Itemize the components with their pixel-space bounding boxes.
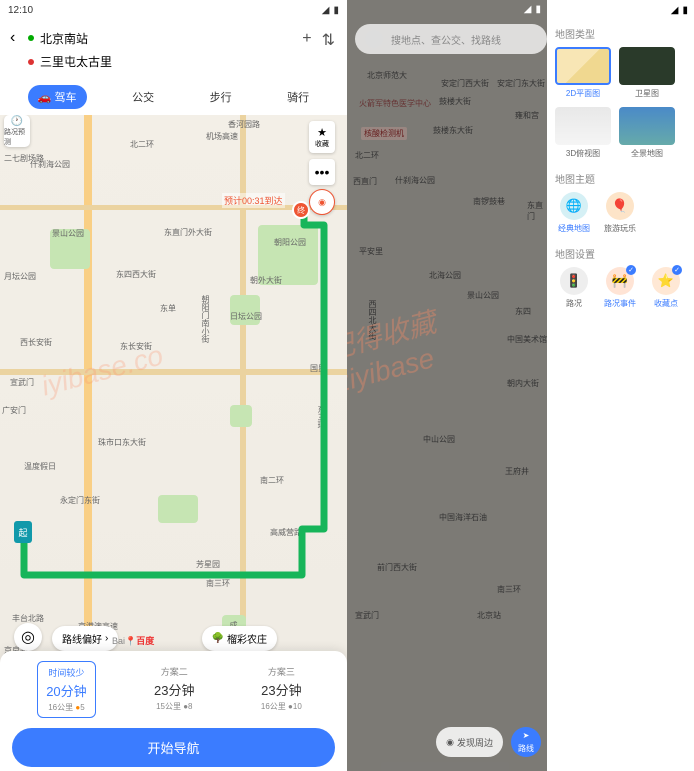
- mid-search-bar[interactable]: 搜地点、查公交、找路线: [355, 24, 547, 54]
- locate-button[interactable]: ◎: [14, 623, 42, 651]
- dim-overlay[interactable]: [347, 0, 547, 771]
- add-stop-icon[interactable]: +: [302, 30, 311, 50]
- origin-input[interactable]: 北京南站: [40, 30, 88, 47]
- battery-icon: ▮: [535, 4, 541, 15]
- start-navigation-button[interactable]: 开始导航: [12, 728, 335, 767]
- theme-classic[interactable]: 🌐 经典地图: [555, 192, 593, 234]
- map-canvas[interactable]: 二七剧场路 月坛公园 日坛公园 朝阳公园 东长安街 珠市口东大街 景山公园 广安…: [0, 115, 347, 665]
- tab-walk[interactable]: 步行: [200, 85, 242, 109]
- setting-events[interactable]: 🚧✓ 路况事件: [601, 267, 639, 309]
- battery-icon: ▮: [333, 5, 339, 16]
- traffic-icon: 🚦: [560, 267, 588, 295]
- route-fab-button[interactable]: ➤路线: [511, 727, 541, 757]
- signal-icon: ◢: [322, 5, 330, 16]
- discover-nearby-button[interactable]: ◉发现周边: [436, 727, 503, 757]
- cone-icon: 🚧✓: [606, 267, 634, 295]
- thumb-panorama-icon: [619, 107, 675, 145]
- favorite-button[interactable]: ★收藏: [309, 121, 335, 153]
- signal-icon: ◢: [671, 5, 679, 16]
- signal-icon: ◢: [524, 4, 532, 15]
- section-map-settings: 地图设置: [555, 246, 686, 261]
- more-button[interactable]: •••: [309, 159, 335, 185]
- end-pin-icon[interactable]: 终: [292, 201, 310, 219]
- compass-button[interactable]: ◉: [309, 189, 335, 215]
- destination-dot-icon: [28, 59, 34, 65]
- status-time: 12:10: [8, 5, 33, 16]
- arrival-time-label: 预计00:31到达: [222, 193, 285, 208]
- thumb-3d-icon: [555, 107, 611, 145]
- origin-dot-icon: [28, 35, 34, 41]
- tab-bus[interactable]: 公交: [122, 85, 164, 109]
- avatar-icon[interactable]: [365, 30, 383, 48]
- thumb-2d-icon: [555, 47, 611, 85]
- section-map-theme: 地图主题: [555, 171, 686, 186]
- route-search-box: ‹ 北京南站 三里屯太古里 + ⇅: [0, 20, 347, 79]
- section-map-type: 地图类型: [555, 26, 686, 41]
- map-type-3d[interactable]: 3D俯视图: [555, 107, 611, 159]
- check-badge-icon: ✓: [626, 265, 636, 275]
- traffic-predict-button[interactable]: 🕐路况预测: [4, 115, 30, 147]
- route-option-1[interactable]: 时间较少 20分钟 16公里 ●5: [37, 661, 95, 718]
- start-pin-icon[interactable]: 起: [14, 521, 32, 543]
- check-badge-icon: ✓: [672, 265, 682, 275]
- tab-drive[interactable]: 🚗 驾车: [28, 85, 87, 109]
- globe-icon: 🌐: [560, 192, 588, 220]
- map-type-2d[interactable]: 2D平面图: [555, 47, 611, 99]
- nearby-poi-button[interactable]: 🌳榴彩农庄: [202, 626, 277, 651]
- routes-panel: 时间较少 20分钟 16公里 ●5 方案二 23分钟 15公里 ●8 方案三 2…: [0, 651, 347, 771]
- mid-search-placeholder: 搜地点、查公交、找路线: [391, 32, 501, 47]
- map-type-satellite[interactable]: 卫星图: [619, 47, 675, 99]
- route-line: [0, 115, 347, 665]
- theme-travel[interactable]: 🎈 旅游玩乐: [601, 192, 639, 234]
- thumb-satellite-icon: [619, 47, 675, 85]
- swap-icon[interactable]: ⇅: [322, 30, 335, 50]
- destination-input[interactable]: 三里屯太古里: [40, 53, 112, 70]
- map-settings-panel: ◢ ▮ 地图类型 2D平面图 卫星图 3D俯视图 全景地图 地图主题: [547, 0, 694, 771]
- star-icon: ⭐✓: [652, 267, 680, 295]
- back-icon[interactable]: ‹: [10, 29, 22, 47]
- setting-favorites[interactable]: ⭐✓ 收藏点: [647, 267, 685, 309]
- transport-tabs: 🚗 驾车 公交 步行 骑行: [0, 79, 347, 115]
- map-type-panorama[interactable]: 全景地图: [619, 107, 675, 159]
- tab-bike[interactable]: 骑行: [277, 85, 319, 109]
- balloon-icon: 🎈: [606, 192, 634, 220]
- setting-traffic[interactable]: 🚦 路况: [555, 267, 593, 309]
- route-option-3[interactable]: 方案三 23分钟 16公里 ●10: [253, 661, 310, 718]
- route-option-2[interactable]: 方案二 23分钟 15公里 ●8: [146, 661, 202, 718]
- route-preference-button[interactable]: 路线偏好›: [52, 626, 118, 651]
- baidu-logo: Bai📍百度: [112, 634, 154, 647]
- battery-icon: ▮: [682, 5, 688, 16]
